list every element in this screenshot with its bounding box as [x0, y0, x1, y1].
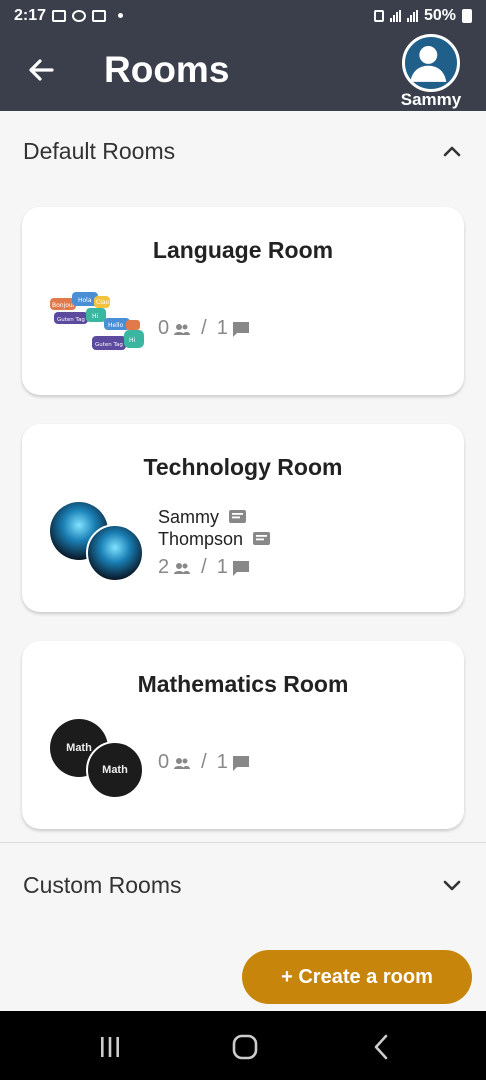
room-title: Language Room	[152, 237, 334, 263]
room-stats: 0 / 1	[158, 317, 250, 340]
status-bar: 2:17 50%	[0, 0, 486, 31]
member-count: 2	[158, 556, 170, 578]
create-room-button[interactable]: + Create a room	[242, 950, 472, 1004]
math-chalkboard-image: Math	[86, 741, 144, 799]
stats-separator: /	[201, 556, 207, 578]
user-avatar[interactable]	[402, 34, 460, 92]
room-card-mathematics[interactable]: Mathematics Room Math Math 0 / 1	[22, 641, 464, 829]
alarm-icon	[373, 9, 384, 22]
message-count: 1	[216, 317, 228, 339]
default-rooms-label: Default Rooms	[23, 137, 176, 164]
message-icon	[232, 560, 249, 576]
chat-icon	[229, 509, 247, 523]
people-icon	[174, 757, 191, 769]
member-row: Sammy	[158, 506, 270, 528]
battery-percent: 50%	[423, 6, 456, 24]
svg-text:Guten Tag: Guten Tag	[95, 342, 123, 348]
gallery-notification-icon	[52, 9, 67, 22]
signal-1-icon	[389, 9, 401, 22]
room-title: Technology Room	[143, 454, 343, 480]
people-icon	[174, 562, 191, 574]
member-count: 0	[158, 751, 170, 773]
calendar-notification-icon	[92, 9, 107, 22]
signal-2-icon	[406, 9, 418, 22]
svg-text:Hi: Hi	[129, 337, 136, 344]
whatsapp-notification-icon	[72, 9, 87, 22]
member-row: Thompson	[158, 528, 271, 550]
room-stats: 2 / 1	[158, 556, 250, 579]
svg-text:Ciao: Ciao	[96, 299, 110, 306]
battery-icon	[462, 8, 472, 23]
message-icon	[232, 755, 249, 771]
message-count: 1	[216, 556, 228, 578]
chat-icon	[253, 531, 271, 545]
member-name: Sammy	[158, 506, 220, 527]
system-nav-bar	[0, 1011, 486, 1080]
stats-separator: /	[201, 751, 207, 773]
app-bar: Rooms Sammy	[0, 31, 486, 111]
message-count: 1	[216, 751, 228, 773]
speech-bubbles-image: Bonjour Hola Ciao Guten Tag Hi Hello Gut…	[50, 292, 144, 350]
mathematics-room-thumbnail: Math Math	[50, 719, 146, 799]
custom-rooms-header[interactable]: Custom Rooms	[0, 845, 486, 925]
back-nav-icon[interactable]	[370, 1033, 394, 1061]
svg-text:Guten Tag: Guten Tag	[57, 317, 85, 323]
room-card-language[interactable]: Language Room Bonjour Hola Ciao Guten Ta…	[22, 207, 464, 395]
section-divider	[0, 842, 486, 843]
language-room-thumbnail: Bonjour Hola Ciao Guten Tag Hi Hello Gut…	[50, 292, 146, 364]
people-icon	[174, 323, 191, 335]
room-title: Mathematics Room	[137, 671, 349, 697]
recent-apps-icon[interactable]	[98, 1035, 122, 1059]
status-time: 2:17	[14, 6, 47, 24]
technology-image	[86, 524, 144, 582]
more-notifications-dot-icon	[118, 13, 124, 18]
technology-room-thumbnail	[50, 502, 146, 582]
svg-text:Hi: Hi	[92, 313, 99, 320]
chevron-down-icon[interactable]	[441, 874, 463, 896]
room-card-technology[interactable]: Technology Room Sammy Thompson 2 / 1	[22, 424, 464, 612]
member-count: 0	[158, 317, 170, 339]
chevron-up-icon[interactable]	[441, 140, 463, 162]
default-rooms-header[interactable]: Default Rooms	[0, 111, 486, 191]
back-arrow-icon[interactable]	[24, 53, 58, 87]
person-icon	[410, 45, 447, 82]
custom-rooms-label: Custom Rooms	[23, 871, 182, 898]
room-stats: 0 / 1	[158, 751, 250, 774]
room-members: Sammy Thompson	[158, 506, 271, 550]
svg-text:Hello: Hello	[108, 322, 124, 329]
member-name: Thompson	[158, 528, 244, 549]
message-icon	[232, 321, 249, 337]
user-name: Sammy	[400, 90, 462, 109]
svg-text:Hola: Hola	[78, 297, 92, 304]
home-icon[interactable]	[231, 1033, 259, 1061]
stats-separator: /	[201, 317, 207, 339]
page-title: Rooms	[104, 49, 230, 90]
